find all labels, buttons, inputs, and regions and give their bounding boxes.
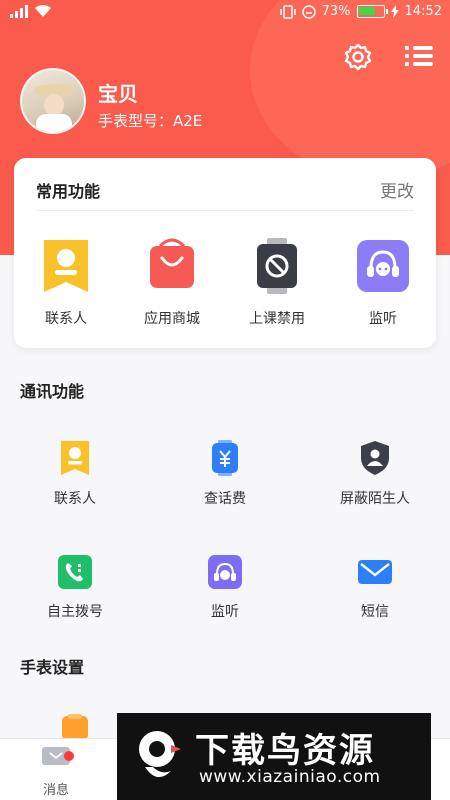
battery-percent: 73%	[321, 4, 351, 19]
vibrate-icon	[279, 4, 296, 19]
signal-icon	[10, 4, 28, 18]
comm-sms[interactable]: 短信	[315, 555, 435, 621]
tile-label: 上课禁用	[249, 311, 305, 327]
common-app-store[interactable]: 应用商城	[122, 238, 222, 328]
wifi-icon	[35, 4, 51, 17]
item-label: 短信	[361, 604, 389, 620]
item-label: 自主拨号	[47, 604, 103, 620]
common-contacts[interactable]: 联系人	[16, 238, 116, 328]
sms-icon	[358, 560, 392, 584]
comm-contacts[interactable]: 联系人	[15, 440, 135, 508]
watermark-url: www.xiazainiao.com	[199, 767, 381, 787]
unread-badge	[64, 751, 74, 761]
common-functions-title: 常用功能	[36, 182, 101, 201]
divider	[36, 210, 414, 211]
comm-bill[interactable]: 查话费	[165, 440, 285, 508]
comm-section-title: 通讯功能	[20, 382, 85, 401]
contacts-icon	[44, 240, 88, 292]
charging-icon	[390, 5, 399, 18]
nav-messages[interactable]: 消息	[26, 747, 86, 798]
common-functions-card: 常用功能 更改 联系人 应用商城 上课禁用 监听	[14, 158, 436, 348]
edit-button[interactable]: 更改	[380, 177, 414, 202]
item-label: 联系人	[54, 491, 96, 507]
clock: 14:52	[404, 4, 442, 19]
comm-dial[interactable]: 自主拨号	[15, 555, 135, 621]
monitor-icon	[357, 240, 409, 292]
watermark-banner: 下载鸟资源 www.xiazainiao.com	[117, 713, 431, 800]
comm-block-stranger[interactable]: 屏蔽陌生人	[315, 440, 435, 508]
tile-label: 联系人	[45, 311, 87, 327]
watch-settings-icon[interactable]	[60, 714, 90, 740]
bird-logo-icon	[139, 731, 181, 778]
header-decoration	[250, 0, 450, 180]
monitor-icon	[208, 555, 242, 589]
smiley-icon	[301, 4, 316, 19]
common-class-disable[interactable]: 上课禁用	[227, 238, 327, 328]
watch-settings-title: 手表设置	[20, 658, 85, 677]
watch-model: 手表型号：A2E	[98, 112, 203, 130]
settings-gear-icon[interactable]	[343, 42, 373, 72]
nav-label: 消息	[42, 783, 69, 798]
item-label: 查话费	[204, 491, 246, 507]
block-stranger-icon	[361, 441, 389, 475]
comm-monitor[interactable]: 监听	[165, 555, 285, 621]
item-label: 屏蔽陌生人	[340, 491, 410, 507]
bill-icon	[212, 440, 238, 476]
contacts-icon	[61, 441, 89, 475]
battery-icon	[356, 5, 388, 18]
child-name: 宝贝	[98, 82, 138, 106]
status-bar: 73% 14:52	[0, 0, 450, 26]
app-store-icon	[150, 238, 194, 288]
dial-icon	[58, 555, 92, 589]
tile-label: 应用商城	[144, 311, 200, 327]
tile-label: 监听	[369, 311, 397, 327]
item-label: 监听	[211, 604, 239, 620]
common-monitor[interactable]: 监听	[333, 238, 433, 328]
menu-list-icon[interactable]	[405, 44, 433, 68]
avatar[interactable]	[20, 68, 86, 134]
class-disable-icon	[257, 238, 297, 294]
watermark-title: 下载鸟资源	[195, 731, 375, 771]
